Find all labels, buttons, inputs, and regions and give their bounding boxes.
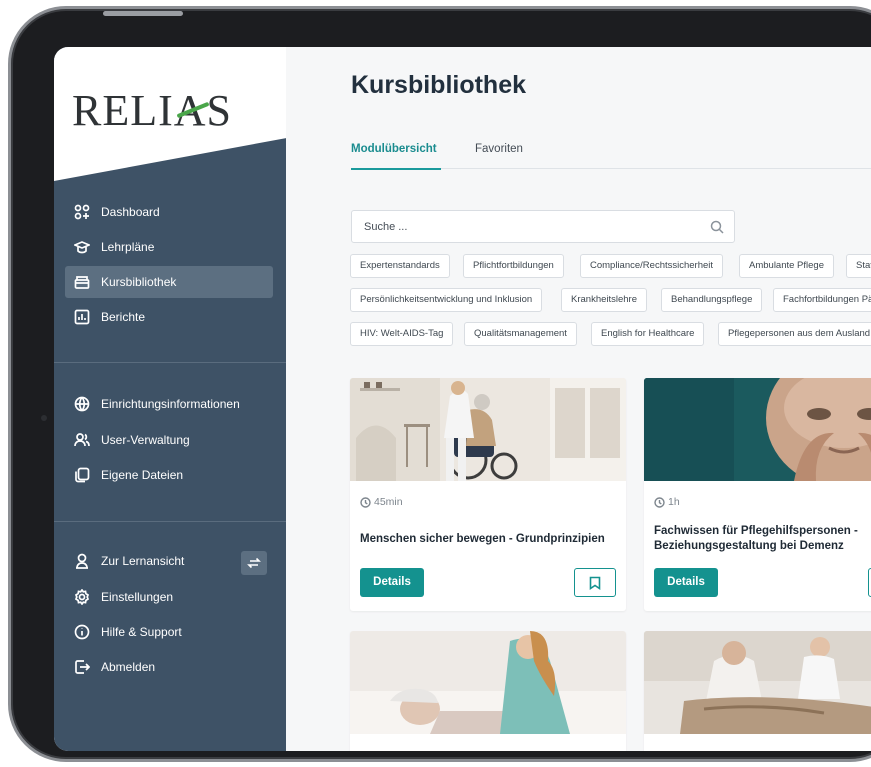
bookmark-icon	[589, 576, 601, 590]
tab-bar: Modulübersicht Favoriten	[351, 143, 871, 170]
sidebar-item-einrichtungsinformationen[interactable]: Einrichtungsinformationen	[65, 388, 273, 420]
sidebar-item-label: Hilfe & Support	[101, 625, 182, 639]
search-icon[interactable]	[710, 220, 724, 234]
page-title: Kursbibliothek	[351, 71, 527, 99]
tablet-frame: RELIAS Dashboard Lehrpläne Kursbibliothe…	[8, 6, 871, 762]
info-icon	[73, 623, 91, 641]
sidebar-item-label: Berichte	[101, 310, 146, 324]
sidebar-item-dashboard[interactable]: Dashboard	[65, 196, 273, 228]
search-input[interactable]: Suche ...	[351, 210, 735, 243]
tab-moduluebersicht[interactable]: Modulübersicht	[351, 143, 437, 155]
course-image-caregiver-wheelchair	[350, 378, 626, 481]
app-screen: RELIAS Dashboard Lehrpläne Kursbibliothe…	[54, 47, 871, 751]
course-image-elderly-patient-nurse	[644, 631, 871, 734]
sidebar-item-zur-lernansicht[interactable]: Zur Lernansicht	[65, 545, 273, 577]
sidebar-item-einstellungen[interactable]: Einstellungen	[65, 581, 273, 613]
active-tab-indicator	[351, 168, 441, 170]
filter-chip[interactable]: Ambulante Pflege	[739, 254, 834, 278]
sidebar-item-label: Abmelden	[101, 660, 156, 674]
course-duration: 1h	[654, 496, 680, 508]
bookmark-button[interactable]	[574, 568, 616, 597]
relias-logo[interactable]: RELIAS	[72, 85, 232, 136]
switch-view-button[interactable]	[241, 551, 267, 575]
sidebar-item-label: Einrichtungsinformationen	[101, 397, 240, 411]
globe-icon	[73, 395, 91, 413]
sidebar-item-lehrplaene[interactable]: Lehrpläne	[65, 231, 273, 263]
course-card[interactable]: 1h Fachwissen für Pflegehilfspersonen - …	[644, 378, 871, 611]
filter-chip[interactable]: Compliance/Rechtssicherheit	[580, 254, 724, 278]
library-box-icon	[73, 273, 91, 291]
tablet-side-button	[103, 11, 183, 16]
sidebar-item-label: Zur Lernansicht	[101, 554, 185, 568]
course-image-patient-bed	[350, 631, 626, 734]
duration-text: 45min	[374, 496, 403, 508]
course-card[interactable]: 45min Menschen sicher bewegen - Grundpri…	[350, 378, 626, 611]
files-icon	[73, 466, 91, 484]
swap-arrows-icon	[247, 557, 261, 569]
filter-chip[interactable]: English for Healthcare	[591, 322, 705, 346]
sidebar-item-user-verwaltung[interactable]: User-Verwaltung	[65, 424, 273, 456]
sidebar-item-kursbibliothek[interactable]: Kursbibliothek	[65, 266, 273, 298]
dashboard-grid-icon	[73, 203, 91, 221]
filter-chip[interactable]: Pflegepersonen aus dem Ausland	[718, 322, 871, 346]
logout-icon	[73, 658, 91, 676]
camera-icon	[41, 415, 47, 421]
filter-chip[interactable]: HIV: Welt-AIDS-Tag	[350, 322, 454, 346]
filter-chip[interactable]: Fachfortbildungen Pä	[773, 288, 871, 312]
filter-chip[interactable]: Qualitätsmanagement	[464, 322, 577, 346]
sidebar-item-berichte[interactable]: Berichte	[65, 301, 273, 333]
details-button[interactable]: Details	[360, 568, 424, 597]
sidebar-item-label: Einstellungen	[101, 590, 174, 604]
report-chart-icon	[73, 308, 91, 326]
course-card[interactable]	[350, 631, 626, 751]
filter-chip[interactable]: Expertenstandards	[350, 254, 450, 278]
sidebar-divider	[54, 362, 286, 363]
sidebar: RELIAS Dashboard Lehrpläne Kursbibliothe…	[54, 47, 286, 751]
filter-chip[interactable]: Statio	[846, 254, 871, 278]
filter-chip[interactable]: Behandlungspflege	[661, 288, 763, 312]
sidebar-item-abmelden[interactable]: Abmelden	[65, 651, 273, 683]
main-content: Kursbibliothek Modulübersicht Favoriten …	[286, 47, 871, 751]
course-card[interactable]	[644, 631, 871, 751]
course-title[interactable]: Fachwissen für Pflegehilfspersonen - Bez…	[654, 524, 871, 554]
sidebar-item-label: Lehrpläne	[101, 240, 155, 254]
tab-favoriten[interactable]: Favoriten	[475, 143, 523, 155]
sidebar-divider	[54, 521, 286, 522]
filter-chip[interactable]: Krankheitslehre	[561, 288, 648, 312]
search-placeholder: Suche ...	[364, 221, 408, 233]
sidebar-item-label: Dashboard	[101, 205, 160, 219]
course-title[interactable]: Menschen sicher bewegen - Grundprinzipie…	[360, 532, 616, 547]
filter-chip[interactable]: Persönlichkeitsentwicklung und Inklusion	[350, 288, 543, 312]
gear-icon	[73, 588, 91, 606]
course-duration: 45min	[360, 496, 403, 508]
users-icon	[73, 431, 91, 449]
details-button[interactable]: Details	[654, 568, 718, 597]
logo-area: RELIAS	[54, 47, 286, 181]
graduation-cap-icon	[73, 238, 91, 256]
sidebar-item-eigene-dateien[interactable]: Eigene Dateien	[65, 459, 273, 491]
clock-icon	[654, 496, 665, 508]
sidebar-item-label: Kursbibliothek	[101, 275, 177, 289]
sidebar-item-hilfe-support[interactable]: Hilfe & Support	[65, 616, 273, 648]
clock-icon	[360, 496, 371, 508]
course-image-elderly-man	[644, 378, 871, 481]
duration-text: 1h	[668, 496, 680, 508]
filter-chip[interactable]: Pflichtfortbildungen	[463, 254, 564, 278]
sidebar-item-label: Eigene Dateien	[101, 468, 184, 482]
sidebar-item-label: User-Verwaltung	[101, 433, 190, 447]
person-icon	[73, 552, 91, 570]
